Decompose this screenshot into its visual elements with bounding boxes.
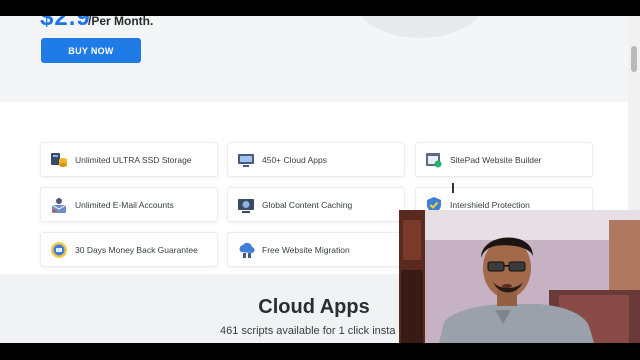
feature-label: Free Website Migration (262, 244, 350, 255)
feature-label: Intershield Protection (450, 199, 530, 210)
price-amount: $2.9 (40, 16, 91, 31)
webcam-feed (399, 210, 640, 343)
hero-decoration (350, 16, 490, 38)
feature-label: 450+ Cloud Apps (262, 154, 327, 165)
feature-card-caching: Global Content Caching (227, 187, 405, 222)
email-accounts-icon (49, 195, 69, 215)
section-subtitle: 461 scripts available for 1 click insta (220, 325, 396, 337)
feature-card-sitepad: SitePad Website Builder (415, 142, 593, 177)
feature-card-migration: Free Website Migration (227, 232, 405, 267)
video-letterbox-top (0, 0, 640, 16)
cloud-apps-icon (236, 150, 256, 170)
pricing-hero: $2.9 /Per Month. BUY NOW (0, 16, 628, 102)
ssd-storage-icon (49, 150, 69, 170)
text-cursor-icon (452, 183, 454, 193)
content-caching-icon (236, 195, 256, 215)
feature-label: Unlimited E-Mail Accounts (75, 199, 174, 210)
scrollbar-thumb[interactable] (631, 46, 637, 72)
price-period: /Per Month. (88, 16, 154, 28)
feature-label: Unlimited ULTRA SSD Storage (75, 154, 192, 165)
migration-icon (236, 240, 256, 260)
feature-label: Global Content Caching (262, 199, 353, 210)
feature-label: 30 Days Money Back Guarantee (75, 244, 198, 255)
website-builder-icon (424, 150, 444, 170)
feature-card-cloud-apps: 450+ Cloud Apps (227, 142, 405, 177)
feature-card-money-back: 30 Days Money Back Guarantee (40, 232, 218, 267)
buy-now-button[interactable]: BUY NOW (41, 38, 141, 63)
feature-label: SitePad Website Builder (450, 154, 542, 165)
video-letterbox-bottom (0, 343, 640, 360)
feature-card-ssd: Unlimited ULTRA SSD Storage (40, 142, 218, 177)
webcam-overlay (399, 210, 640, 343)
money-back-icon (49, 240, 69, 260)
feature-card-email: Unlimited E-Mail Accounts (40, 187, 218, 222)
